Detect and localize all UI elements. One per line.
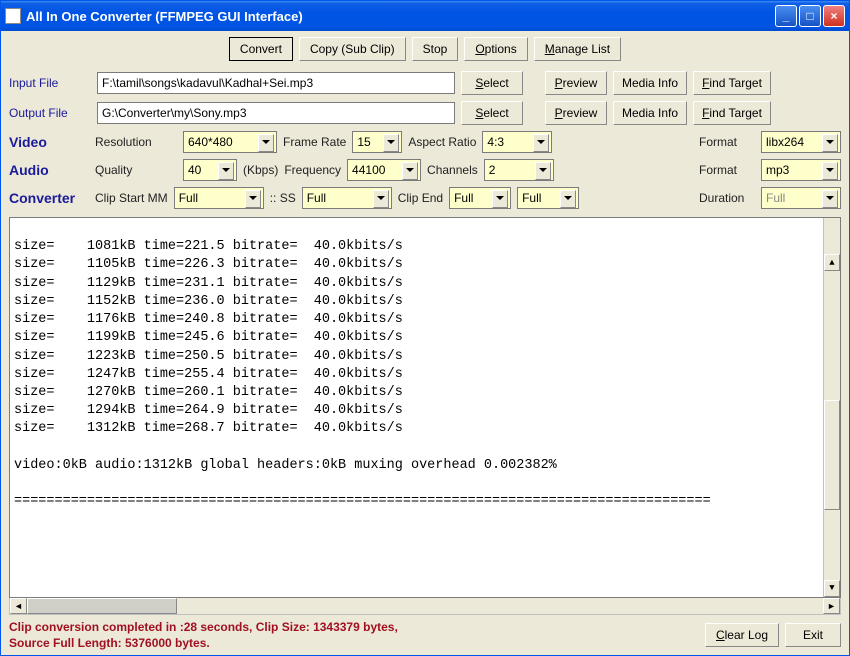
aspect-label: Aspect Ratio xyxy=(408,135,476,149)
aspect-select[interactable]: 4:3 xyxy=(482,131,552,153)
framerate-label: Frame Rate xyxy=(283,135,346,149)
audio-heading: Audio xyxy=(9,162,89,178)
resolution-label: Resolution xyxy=(95,135,177,149)
ss-separator: :: SS xyxy=(270,191,296,205)
video-heading: Video xyxy=(9,134,89,150)
clip-end-ss-select[interactable]: Full xyxy=(517,187,579,209)
copy-subclip-button[interactable]: Copy (Sub Clip) xyxy=(299,37,406,61)
converter-heading: Converter xyxy=(9,190,89,206)
minimize-button[interactable]: _ xyxy=(775,5,797,27)
stop-button[interactable]: Stop xyxy=(412,37,459,61)
window-title: All In One Converter (FFMPEG GUI Interfa… xyxy=(26,9,775,24)
hscroll-thumb[interactable] xyxy=(27,598,177,614)
frequency-label: Frequency xyxy=(284,163,341,177)
output-preview-button[interactable]: Preview xyxy=(545,101,607,125)
audio-format-label: Format xyxy=(699,163,755,177)
video-format-label: Format xyxy=(699,135,755,149)
close-button[interactable]: × xyxy=(823,5,845,27)
scroll-thumb[interactable] xyxy=(824,400,840,510)
horizontal-scrollbar[interactable]: ◄ ► xyxy=(9,598,841,615)
clip-end-label: Clip End xyxy=(398,191,443,205)
scroll-left-icon[interactable]: ◄ xyxy=(10,598,27,614)
input-media-info-button[interactable]: Media Info xyxy=(613,71,687,95)
input-select-button[interactable]: Select xyxy=(461,71,523,95)
clip-start-label: Clip Start MM xyxy=(95,191,168,205)
input-find-target-button[interactable]: Find Target xyxy=(693,71,771,95)
frequency-select[interactable]: 44100 xyxy=(347,159,421,181)
maximize-button[interactable]: □ xyxy=(799,5,821,27)
convert-button[interactable]: Convert xyxy=(229,37,293,61)
duration-label: Duration xyxy=(699,191,755,205)
framerate-select[interactable]: 15 xyxy=(352,131,402,153)
input-file-label: Input File xyxy=(9,76,91,90)
clip-start-mm-select[interactable]: Full xyxy=(174,187,264,209)
clip-start-ss-select[interactable]: Full xyxy=(302,187,392,209)
scroll-up-icon[interactable]: ▲ xyxy=(824,254,840,271)
output-media-info-button[interactable]: Media Info xyxy=(613,101,687,125)
scroll-right-icon[interactable]: ► xyxy=(823,598,840,614)
audio-format-select[interactable]: mp3 xyxy=(761,159,841,181)
app-icon xyxy=(5,8,21,24)
duration-select: Full xyxy=(761,187,841,209)
resolution-select[interactable]: 640*480 xyxy=(183,131,277,153)
output-file-field[interactable] xyxy=(97,102,455,124)
quality-select[interactable]: 40 xyxy=(183,159,237,181)
channels-label: Channels xyxy=(427,163,478,177)
options-button[interactable]: Options xyxy=(464,37,527,61)
manage-list-button[interactable]: Manage List xyxy=(534,37,621,61)
quality-unit: (Kbps) xyxy=(243,163,278,177)
quality-label: Quality xyxy=(95,163,177,177)
exit-button[interactable]: Exit xyxy=(785,623,841,647)
input-preview-button[interactable]: Preview xyxy=(545,71,607,95)
video-format-select[interactable]: libx264 xyxy=(761,131,841,153)
output-find-target-button[interactable]: Find Target xyxy=(693,101,771,125)
input-file-field[interactable] xyxy=(97,72,455,94)
vertical-scrollbar[interactable]: ▲ ▼ xyxy=(823,218,840,597)
output-file-label: Output File xyxy=(9,106,91,120)
log-output: size= 1081kB time=221.5 bitrate= 40.0kbi… xyxy=(9,217,841,598)
clear-log-button[interactable]: Clear Log xyxy=(705,623,779,647)
scroll-down-icon[interactable]: ▼ xyxy=(824,580,840,597)
clip-end-mm-select[interactable]: Full xyxy=(449,187,511,209)
output-select-button[interactable]: Select xyxy=(461,101,523,125)
channels-select[interactable]: 2 xyxy=(484,159,554,181)
status-text: Clip conversion completed in :28 seconds… xyxy=(9,619,699,651)
